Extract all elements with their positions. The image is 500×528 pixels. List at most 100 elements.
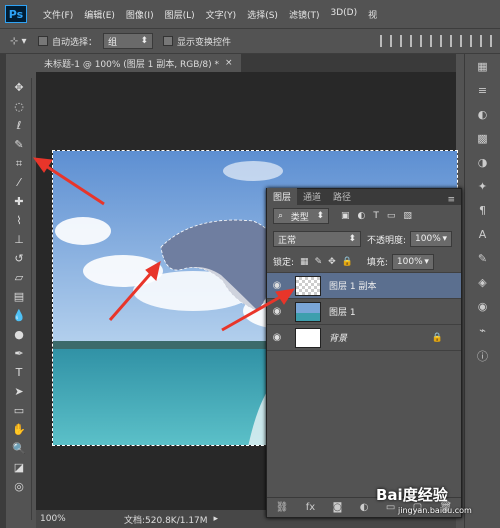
align-hcenter-icon[interactable]: [460, 35, 472, 47]
auto-select-dropdown[interactable]: 组 ⬍: [103, 33, 154, 49]
layer-row-1[interactable]: ◉ 图层 1: [267, 299, 461, 325]
tab-paths[interactable]: 路径: [327, 188, 357, 205]
color-swatches-icon[interactable]: ◪: [6, 458, 32, 477]
menu-filter[interactable]: 滤镜(T): [289, 8, 320, 21]
menu-view[interactable]: 视: [368, 8, 377, 21]
blend-mode-dropdown[interactable]: 正常 ⬍: [273, 231, 361, 247]
path-select-icon[interactable]: ➤: [6, 382, 32, 401]
opacity-input[interactable]: 100% ▾: [410, 231, 453, 247]
layer-name: 图层 1: [329, 308, 356, 318]
eyedropper-tool-icon[interactable]: ⁄: [6, 173, 32, 192]
adjustments-panel-icon[interactable]: ◑: [473, 156, 493, 174]
brush-tool-icon[interactable]: ⌇: [6, 211, 32, 230]
panel-menu-icon[interactable]: ≡: [447, 195, 455, 205]
status-arrow-icon[interactable]: ▸: [214, 514, 219, 524]
crop-tool-icon[interactable]: ⌗: [6, 154, 32, 173]
auto-select-label: 自动选择：: [52, 37, 98, 48]
lock-all-icon[interactable]: 🔒: [342, 257, 353, 267]
quick-select-tool-icon[interactable]: ✎: [6, 135, 32, 154]
paths-panel-icon[interactable]: ⌁: [473, 324, 493, 342]
zoom-level[interactable]: 100%: [40, 514, 90, 524]
blur-tool-icon[interactable]: 💧: [6, 306, 32, 325]
move-tool-icon[interactable]: ✥: [6, 78, 32, 97]
auto-select-value: 组: [108, 37, 118, 48]
color-panel-icon[interactable]: ◐: [473, 108, 493, 126]
align-bottom-icon[interactable]: [420, 35, 432, 47]
filter-type-icon[interactable]: T: [373, 211, 379, 221]
pen-tool-icon[interactable]: ✒: [6, 344, 32, 363]
menu-file[interactable]: 文件(F): [43, 8, 73, 21]
layer-row-copy[interactable]: ◉ 图层 1 副本: [267, 273, 461, 299]
lasso-tool-icon[interactable]: ℓ: [6, 116, 32, 135]
dodge-tool-icon[interactable]: ●: [6, 325, 32, 344]
paragraph-panel-icon[interactable]: ¶: [473, 204, 493, 222]
shape-tool-icon[interactable]: ▭: [6, 401, 32, 420]
ps-logo: Ps: [5, 5, 27, 23]
menu-edit[interactable]: 编辑(E): [84, 8, 115, 21]
lock-paint-icon[interactable]: ✎: [315, 257, 323, 267]
fill-input[interactable]: 100% ▾: [391, 253, 434, 270]
close-icon[interactable]: ×: [225, 58, 233, 68]
filter-kind-dropdown[interactable]: ⌕ 类型 ⬍: [273, 208, 329, 224]
layers-panel: 图层 通道 路径 ≡ ⌕ 类型 ⬍ ▣ ◐ T ▭ ▧ 正常 ⬍ 不透明度: 1…: [266, 188, 462, 518]
character-panel-icon[interactable]: A: [473, 228, 493, 246]
marquee-tool-icon[interactable]: ◌: [6, 97, 32, 116]
brush-panel-icon[interactable]: ✎: [473, 252, 493, 270]
history-panel-icon[interactable]: ▦: [473, 60, 493, 78]
menu-layer[interactable]: 图层(L): [165, 8, 195, 21]
channels-panel-icon[interactable]: ◉: [473, 300, 493, 318]
quick-mask-icon[interactable]: ◎: [6, 477, 32, 496]
tab-channels[interactable]: 通道: [297, 188, 327, 205]
eye-icon[interactable]: ◉: [267, 306, 287, 317]
layers-panel-icon[interactable]: ◈: [473, 276, 493, 294]
zoom-tool-icon[interactable]: 🔍: [6, 439, 32, 458]
filter-smart-icon[interactable]: ▧: [403, 211, 412, 221]
lock-move-icon[interactable]: ✥: [328, 257, 336, 267]
history-brush-icon[interactable]: ↺: [6, 249, 32, 268]
dropdown-arrow-icon: ⬍: [140, 36, 149, 46]
menu-type[interactable]: 文字(Y): [206, 8, 237, 21]
align-left-icon[interactable]: [440, 35, 452, 47]
menu-image[interactable]: 图像(I): [126, 8, 154, 21]
filter-shape-icon[interactable]: ▭: [387, 211, 396, 221]
info-panel-icon[interactable]: ⓘ: [473, 348, 493, 366]
hand-tool-icon[interactable]: ✋: [6, 420, 32, 439]
eye-icon[interactable]: ◉: [267, 280, 287, 291]
document-info: 文档:520.8K/1.17M: [124, 515, 208, 526]
align-top-icon[interactable]: [380, 35, 392, 47]
align-right-icon[interactable]: [480, 35, 492, 47]
add-mask-icon[interactable]: ◙: [333, 502, 343, 513]
document-tabs: 未标题-1 @ 100% (图层 1 副本, RGB/8) * ×: [36, 54, 456, 72]
properties-panel-icon[interactable]: ≡: [473, 84, 493, 102]
move-tool-icon[interactable]: ⊹ ▾: [10, 36, 38, 47]
document-tab[interactable]: 未标题-1 @ 100% (图层 1 副本, RGB/8) * ×: [36, 54, 241, 72]
tools-panel: ✥ ◌ ℓ ✎ ⌗ ⁄ ✚ ⌇ ⊥ ↺ ▱ ▤ 💧 ● ✒ T ➤ ▭ ✋ 🔍 …: [6, 78, 32, 520]
stamp-tool-icon[interactable]: ⊥: [6, 230, 32, 249]
lock-pixels-icon[interactable]: ▦: [300, 257, 309, 267]
auto-select-checkbox[interactable]: [38, 36, 48, 46]
swatches-panel-icon[interactable]: ▩: [473, 132, 493, 150]
fill-label: 填充:: [366, 258, 388, 268]
filter-adjust-icon[interactable]: ◐: [358, 211, 366, 221]
styles-panel-icon[interactable]: ✦: [473, 180, 493, 198]
dropdown-arrow-icon: ▾: [424, 256, 429, 267]
menu-select[interactable]: 选择(S): [247, 8, 278, 21]
align-vcenter-icon[interactable]: [400, 35, 412, 47]
adjustment-layer-icon[interactable]: ◐: [360, 502, 369, 513]
gradient-tool-icon[interactable]: ▤: [6, 287, 32, 306]
dropdown-arrow-icon: ⬍: [316, 211, 324, 221]
menu-3d[interactable]: 3D(D): [330, 8, 357, 21]
eye-icon[interactable]: ◉: [267, 332, 287, 343]
link-layers-icon[interactable]: ⛓: [276, 502, 289, 513]
eraser-tool-icon[interactable]: ▱: [6, 268, 32, 287]
healing-tool-icon[interactable]: ✚: [6, 192, 32, 211]
show-transform-checkbox[interactable]: [163, 36, 174, 46]
fx-icon[interactable]: fx: [306, 502, 315, 513]
right-panel-dock: ▦ ≡ ◐ ▩ ◑ ✦ ¶ A ✎ ◈ ◉ ⌁ ⓘ: [464, 54, 500, 528]
type-tool-icon[interactable]: T: [6, 363, 32, 382]
document-title: 未标题-1 @ 100% (图层 1 副本, RGB/8) *: [44, 59, 219, 70]
blend-mode-value: 正常: [278, 235, 297, 246]
filter-pixel-icon[interactable]: ▣: [341, 211, 350, 221]
layer-row-background[interactable]: ◉ 背景 🔒: [267, 325, 461, 351]
tab-layers[interactable]: 图层: [267, 188, 298, 205]
